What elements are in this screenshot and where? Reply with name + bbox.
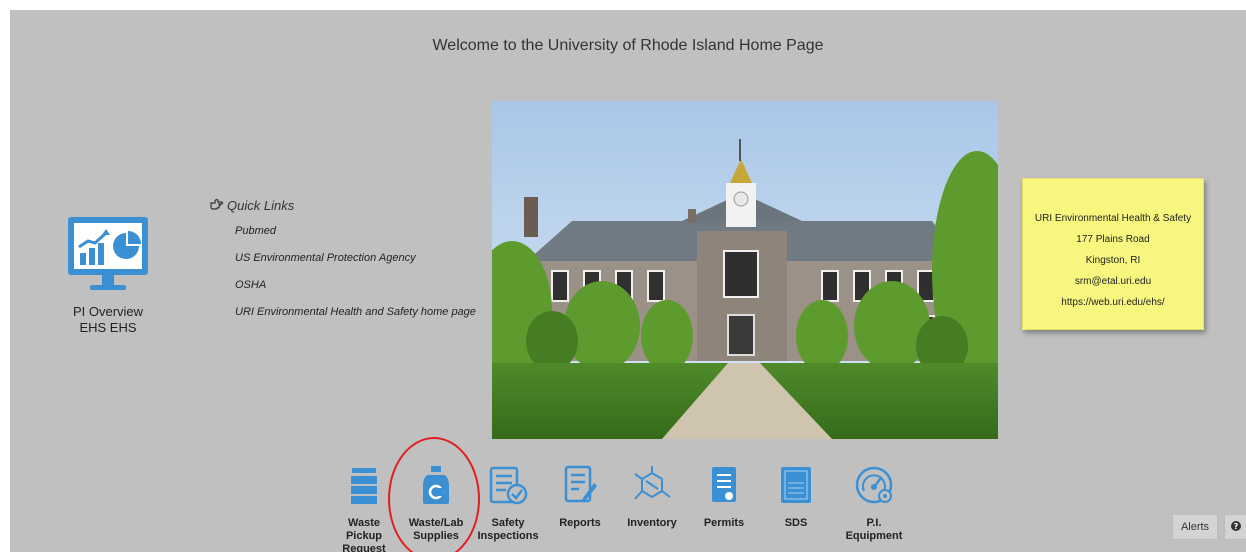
question-circle-icon: ?	[1231, 521, 1241, 533]
sds-sheet-icon	[765, 465, 827, 505]
contact-email[interactable]: srm@etal.uri.edu	[1023, 274, 1203, 295]
waste-pickup-request-button[interactable]: Waste Pickup Request	[333, 465, 395, 552]
waste-drum-icon	[333, 465, 395, 505]
quick-link-uri-ehs[interactable]: URI Environmental Health and Safety home…	[235, 305, 476, 332]
hand-point-right-icon	[210, 198, 224, 213]
home-page: Welcome to the University of Rhode Islan…	[10, 10, 1246, 552]
contact-website[interactable]: https://web.uri.edu/ehs/	[1023, 295, 1203, 316]
gauge-icon	[837, 465, 911, 505]
welcome-heading: Welcome to the University of Rhode Islan…	[432, 37, 824, 54]
pi-overview-widget[interactable]: PI Overview EHS EHS	[60, 215, 156, 336]
contact-info-note: URI Environmental Health & Safety 177 Pl…	[1022, 178, 1204, 330]
quick-link-pubmed[interactable]: Pubmed	[235, 224, 476, 251]
pi-overview-label: PI Overview	[72, 304, 144, 319]
contact-org: URI Environmental Health & Safety	[1034, 213, 1192, 224]
reports-button[interactable]: Reports	[549, 465, 611, 552]
quick-links-panel: Quick Links Pubmed US Environmental Prot…	[210, 198, 476, 332]
checklist-icon	[477, 465, 539, 505]
quick-links-title: Quick Links	[210, 198, 476, 213]
waste-lab-supplies-button[interactable]: Waste/Lab Supplies	[405, 465, 467, 552]
campus-building-photo	[492, 101, 998, 439]
contact-city: Kingston, RI	[1085, 255, 1141, 266]
safety-inspections-button[interactable]: Safety Inspections	[477, 465, 539, 552]
pi-equipment-button[interactable]: P.I. Equipment	[837, 465, 911, 552]
alerts-button[interactable]: Alerts	[1172, 514, 1218, 540]
molecule-icon	[621, 465, 683, 505]
dashboard-monitor-icon	[66, 215, 150, 298]
module-toolbar: Waste Pickup Request Waste/Lab Supplies	[333, 465, 921, 552]
quick-link-osha[interactable]: OSHA	[235, 278, 476, 305]
quick-link-epa[interactable]: US Environmental Protection Agency	[235, 251, 476, 278]
svg-text:?: ?	[1234, 522, 1239, 531]
help-button[interactable]: ?	[1224, 514, 1246, 540]
permits-button[interactable]: Permits	[693, 465, 755, 552]
report-document-icon	[549, 465, 611, 505]
chemical-jug-icon	[405, 465, 467, 505]
inventory-button[interactable]: Inventory	[621, 465, 683, 552]
sds-button[interactable]: SDS	[765, 465, 827, 552]
contact-address: 177 Plains Road	[1076, 234, 1150, 245]
pi-overview-sub-label: EHS EHS	[79, 320, 137, 335]
permit-document-icon	[693, 465, 755, 505]
